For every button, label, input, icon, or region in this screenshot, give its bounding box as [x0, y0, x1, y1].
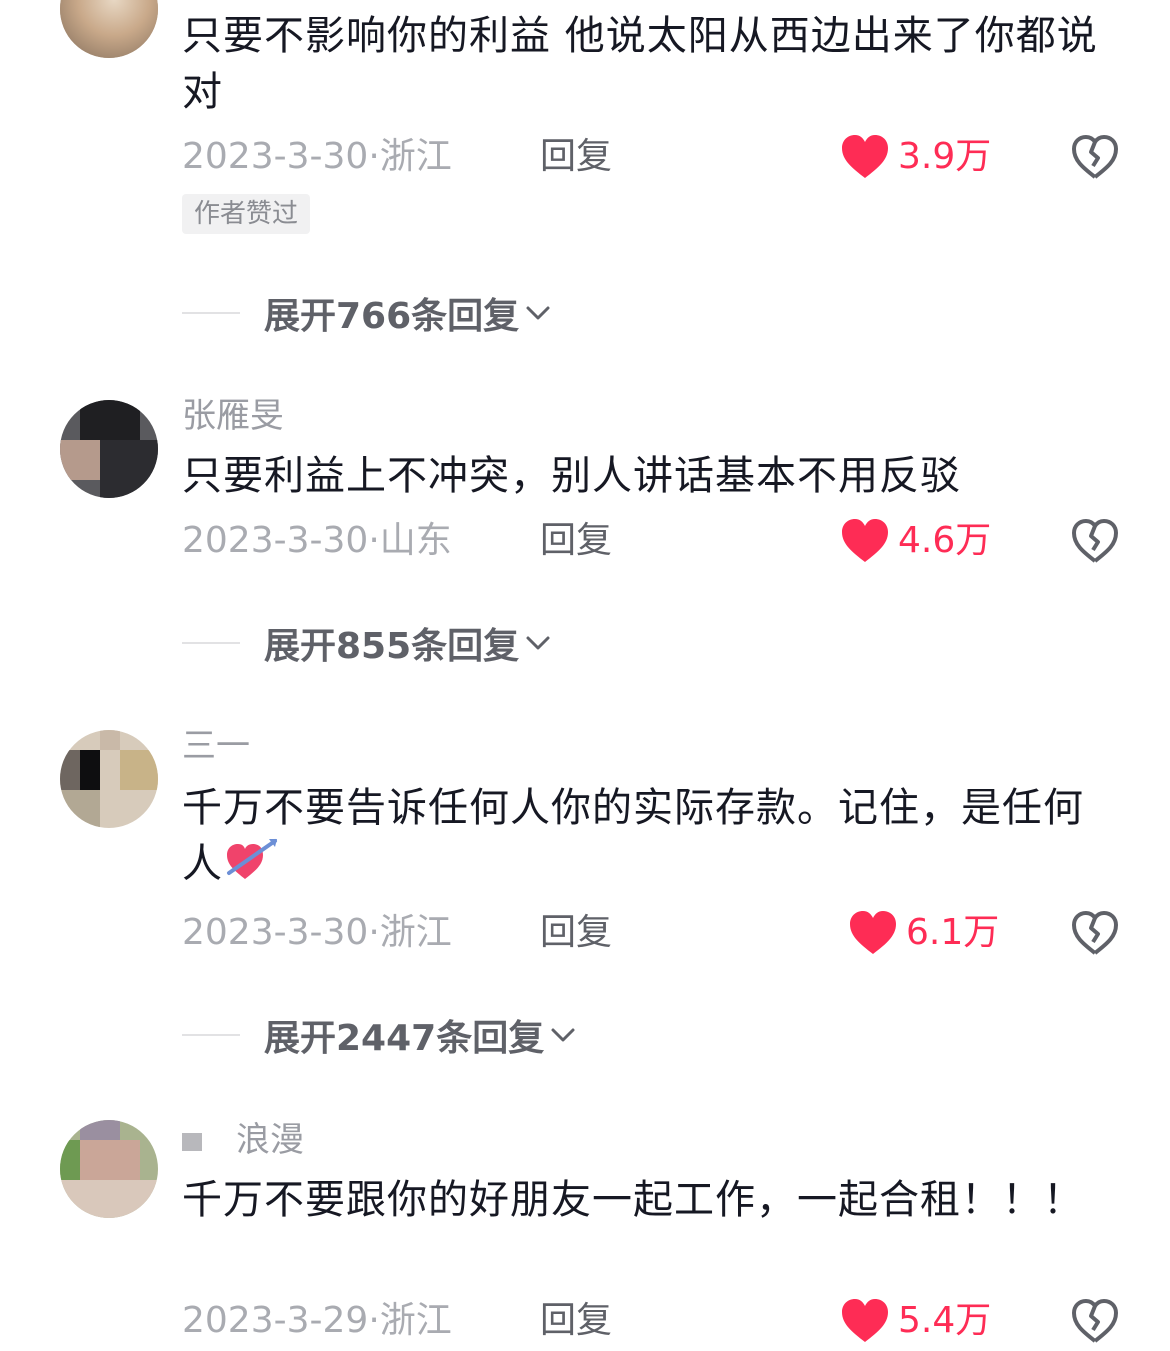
- reply-button[interactable]: 回复: [540, 910, 612, 956]
- divider: [182, 1034, 240, 1036]
- comment-location: 浙江: [379, 1300, 452, 1341]
- expand-replies-label: 展开855条回复: [264, 626, 520, 667]
- comment-date: 2023-3-30: [182, 520, 369, 561]
- heart-icon: [850, 911, 896, 954]
- comment-date: 2023-3-29: [182, 1300, 369, 1341]
- expand-replies-button[interactable]: 展开855条回复: [182, 618, 553, 668]
- like-count: 4.6万: [898, 520, 992, 561]
- broken-heart-icon[interactable]: [1070, 518, 1120, 564]
- avatar[interactable]: [60, 730, 158, 828]
- comment-text: 千万不要跟你的好朋友一起工作，一起合租！！！: [182, 1177, 1084, 1223]
- expand-replies-label: 展开766条回复: [264, 296, 520, 337]
- comment-item: 张雁旻 只要利益上不冲突，别人讲话基本不用反驳 2023-3-30·山东 回复 …: [0, 380, 1170, 710]
- chevron-down-icon: [551, 1028, 575, 1042]
- comment-meta: 2023-3-30·浙江: [182, 912, 452, 953]
- comment-meta: 2023-3-30·山东: [182, 520, 452, 561]
- comment-date: 2023-3-30: [182, 912, 369, 953]
- expand-replies-label: 展开2447条回复: [264, 1018, 545, 1059]
- comment-item: 只要不影响你的利益 他说太阳从西边出来了你都说对 2023-3-30·浙江 回复…: [0, 0, 1170, 380]
- like-button[interactable]: 5.4万: [840, 1298, 991, 1344]
- broken-heart-icon[interactable]: [1070, 1298, 1120, 1344]
- like-button[interactable]: 4.6万: [840, 518, 991, 564]
- like-count: 6.1万: [906, 912, 1000, 953]
- chevron-down-icon: [526, 636, 550, 650]
- expand-replies-button[interactable]: 展开766条回复: [182, 288, 553, 338]
- comment-text: 只要利益上不冲突，别人讲话基本不用反驳: [182, 453, 961, 499]
- comment-text: 只要不影响你的利益 他说太阳从西边出来了你都说对: [182, 13, 1098, 115]
- heart-icon: [842, 135, 888, 178]
- comment-meta: 2023-3-29·浙江: [182, 1300, 452, 1341]
- username[interactable]: 张雁旻: [182, 396, 284, 436]
- username[interactable]: 三一: [182, 726, 250, 766]
- comment-text: 千万不要告诉任何人你的实际存款。记住，是任何人: [182, 780, 1112, 892]
- like-count: 3.9万: [898, 136, 992, 177]
- broken-heart-icon[interactable]: [1070, 910, 1120, 956]
- reply-button[interactable]: 回复: [540, 134, 612, 180]
- divider: [182, 642, 240, 644]
- avatar[interactable]: [60, 400, 158, 498]
- comment-meta: 2023-3-30·浙江: [182, 136, 452, 177]
- comment-location: 浙江: [379, 136, 452, 177]
- like-button[interactable]: 3.9万: [840, 134, 991, 180]
- chevron-down-icon: [526, 306, 550, 320]
- divider: [182, 312, 240, 314]
- comment-item: 浪漫 千万不要跟你的好朋友一起工作，一起合租！！！ 2023-3-29·浙江 回…: [0, 1100, 1170, 1351]
- username-redacted: [182, 1132, 202, 1151]
- username[interactable]: 浪漫: [182, 1120, 304, 1160]
- broken-heart-icon[interactable]: [1070, 134, 1120, 180]
- like-button[interactable]: 6.1万: [848, 910, 999, 956]
- heart-icon: [842, 1299, 888, 1342]
- comment-date: 2023-3-30: [182, 136, 369, 177]
- heart-with-arrow-emoji: [227, 839, 277, 879]
- comment-item: 三一 千万不要告诉任何人你的实际存款。记住，是任何人 2023-3-30·浙江 …: [0, 710, 1170, 1100]
- expand-replies-button[interactable]: 展开2447条回复: [182, 1010, 578, 1060]
- comment-text-body: 千万不要告诉任何人你的实际存款。记住，是任何人: [182, 785, 1084, 887]
- comment-location: 浙江: [379, 912, 452, 953]
- avatar[interactable]: [60, 1120, 158, 1218]
- reply-button[interactable]: 回复: [540, 1298, 612, 1344]
- like-count: 5.4万: [898, 1300, 992, 1341]
- comment-location: 山东: [379, 520, 452, 561]
- reply-button[interactable]: 回复: [540, 518, 612, 564]
- heart-icon: [842, 519, 888, 562]
- author-liked-badge: 作者赞过: [182, 194, 311, 234]
- avatar[interactable]: [60, 0, 158, 58]
